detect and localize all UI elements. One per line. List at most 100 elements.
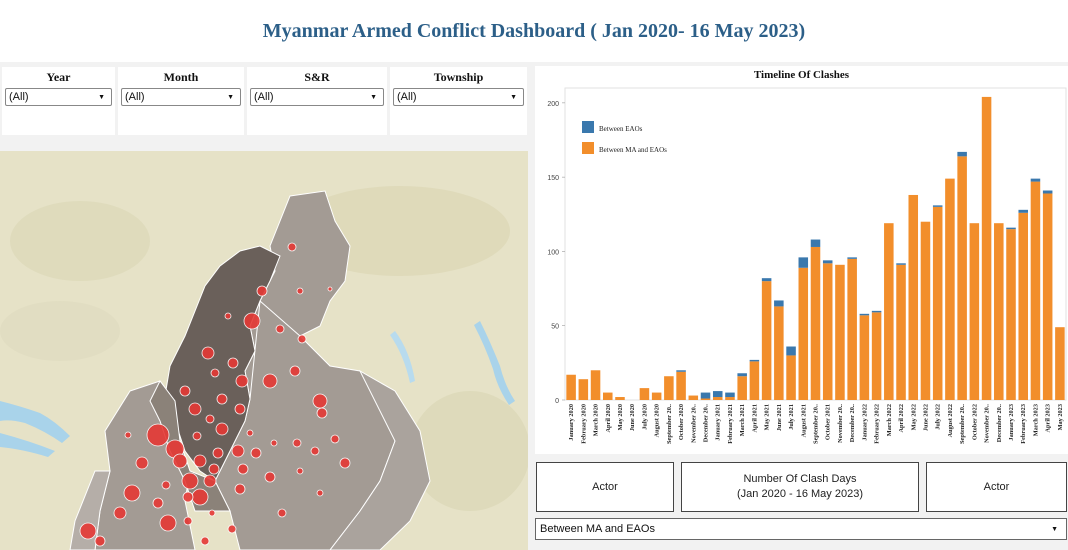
x-tick-label: October 2020 — [678, 404, 685, 440]
bar-ma-eaos[interactable] — [1055, 327, 1065, 400]
bar-ma-eaos[interactable] — [981, 96, 992, 401]
bar-between-eaos[interactable] — [810, 239, 821, 247]
river — [0, 433, 55, 457]
bar-ma-eaos[interactable] — [920, 221, 931, 400]
bar-between-eaos[interactable] — [1006, 227, 1016, 230]
timeline-panel: Timeline Of Clashes 0 50 100 150 200 January … — [535, 66, 1068, 454]
map-canvas[interactable] — [0, 151, 528, 550]
bar-between-eaos[interactable] — [822, 260, 833, 264]
conflict-map[interactable] — [0, 151, 528, 550]
bar-ma-eaos[interactable] — [1042, 193, 1053, 400]
filter-sr-label: S&R — [304, 70, 330, 84]
bar-ma-eaos[interactable] — [798, 267, 809, 400]
actor-card-right[interactable]: Actor — [926, 462, 1067, 512]
x-tick-label: May 2022 — [910, 404, 917, 430]
bar-ma-eaos[interactable] — [639, 388, 650, 400]
bar-between-eaos[interactable] — [774, 300, 784, 307]
bar-ma-eaos[interactable] — [688, 395, 699, 400]
bar-ma-eaos[interactable] — [810, 246, 821, 400]
actor-dropdown[interactable]: Between MA and EAOs ▼ — [535, 518, 1067, 540]
bar-between-eaos[interactable] — [957, 151, 967, 157]
chevron-down-icon: ▼ — [227, 93, 234, 101]
bar-ma-eaos[interactable] — [700, 398, 711, 400]
bar-between-eaos[interactable] — [896, 263, 906, 265]
bar-ma-eaos[interactable] — [871, 312, 882, 400]
bar-between-eaos[interactable] — [1018, 209, 1028, 213]
river — [390, 331, 415, 383]
month-dropdown[interactable]: (All) ▼ — [121, 88, 241, 106]
x-tick-label: April 2022 — [898, 404, 905, 433]
sr-dropdown-value: (All) — [254, 91, 274, 103]
clash-days-card[interactable]: Number Of Clash Days (Jan 2020 - 16 May … — [681, 462, 919, 512]
sr-dropdown[interactable]: (All) ▼ — [250, 88, 384, 106]
x-tick-label: July 2022 — [935, 404, 942, 430]
x-tick-label: February 2022 — [874, 404, 881, 444]
bar-ma-eaos[interactable] — [1018, 212, 1028, 400]
terrain — [10, 201, 150, 281]
x-tick-label: February 2020 — [580, 404, 587, 444]
bar-between-eaos[interactable] — [700, 392, 711, 399]
bar-between-eaos[interactable] — [786, 346, 796, 356]
bar-ma-eaos[interactable] — [712, 397, 723, 400]
bar-between-eaos[interactable] — [676, 370, 686, 372]
bar-ma-eaos[interactable] — [908, 194, 919, 400]
filter-sr: S&R (All) ▼ — [247, 67, 387, 135]
bar-between-eaos[interactable] — [725, 392, 735, 398]
bar-ma-eaos[interactable] — [725, 397, 735, 400]
timeline-chart[interactable]: 0 50 100 150 200 January 2020 February 2020 Mar… — [535, 66, 1068, 454]
bar-between-eaos[interactable] — [859, 313, 870, 316]
bar-ma-eaos[interactable] — [676, 371, 686, 400]
bar-ma-eaos[interactable] — [957, 156, 967, 400]
bar-ma-eaos[interactable] — [749, 361, 760, 400]
township-dropdown[interactable]: (All) ▼ — [393, 88, 524, 106]
chevron-down-icon: ▼ — [98, 93, 105, 101]
bar-ma-eaos[interactable] — [1030, 181, 1041, 400]
bar-ma-eaos[interactable] — [566, 374, 576, 400]
bar-between-eaos[interactable] — [871, 310, 882, 313]
x-tick-label: August 2020 — [654, 404, 661, 437]
chevron-down-icon: ▼ — [1051, 525, 1058, 533]
bar-ma-eaos[interactable] — [774, 306, 784, 400]
bar-between-eaos[interactable] — [749, 359, 760, 362]
bar-ma-eaos[interactable] — [969, 223, 980, 400]
y-tick-label: 0 — [555, 398, 559, 405]
bar-between-eaos[interactable] — [712, 391, 723, 398]
bar-ma-eaos[interactable] — [896, 264, 906, 400]
bar-between-eaos[interactable] — [1042, 190, 1053, 194]
year-dropdown-value: (All) — [9, 91, 29, 103]
clash-days-title: Number Of Clash Days — [743, 473, 857, 485]
bar-ma-eaos[interactable] — [786, 355, 796, 400]
y-tick-label: 200 — [547, 101, 559, 108]
bar-ma-eaos[interactable] — [884, 223, 894, 400]
bar-ma-eaos[interactable] — [761, 281, 772, 400]
dashboard: Myanmar Armed Conflict Dashboard ( Jan 2… — [0, 0, 1068, 550]
bar-ma-eaos[interactable] — [578, 379, 589, 400]
bar-ma-eaos[interactable] — [615, 397, 625, 400]
x-tick-label: August 2022 — [947, 404, 954, 437]
bar-ma-eaos[interactable] — [822, 263, 833, 400]
x-tick-label: September 20.. — [959, 404, 966, 444]
bar-ma-eaos[interactable] — [1006, 229, 1016, 400]
bar-between-eaos[interactable] — [761, 278, 772, 282]
actor-card-left[interactable]: Actor — [536, 462, 674, 512]
bar-ma-eaos[interactable] — [932, 206, 943, 400]
bar-between-eaos[interactable] — [932, 205, 943, 207]
bar-between-eaos[interactable] — [737, 373, 747, 377]
bar-ma-eaos[interactable] — [737, 376, 747, 400]
bar-ma-eaos[interactable] — [847, 258, 857, 400]
legend-label: Between EAOs — [599, 125, 643, 133]
bar-ma-eaos[interactable] — [994, 223, 1004, 400]
bar-ma-eaos[interactable] — [859, 315, 870, 400]
bar-between-eaos[interactable] — [1030, 178, 1041, 182]
bar-ma-eaos[interactable] — [590, 370, 601, 400]
bar-ma-eaos[interactable] — [603, 392, 613, 400]
bar-ma-eaos[interactable] — [835, 264, 845, 400]
year-dropdown[interactable]: (All) ▼ — [5, 88, 112, 106]
bar-ma-eaos[interactable] — [664, 376, 674, 400]
bar-between-eaos[interactable] — [798, 257, 809, 268]
bar-ma-eaos[interactable] — [651, 392, 662, 400]
bar-ma-eaos[interactable] — [945, 178, 955, 400]
x-tick-label: May 2020 — [617, 404, 624, 430]
bar-between-eaos[interactable] — [847, 257, 857, 259]
legend-swatch — [582, 121, 594, 133]
